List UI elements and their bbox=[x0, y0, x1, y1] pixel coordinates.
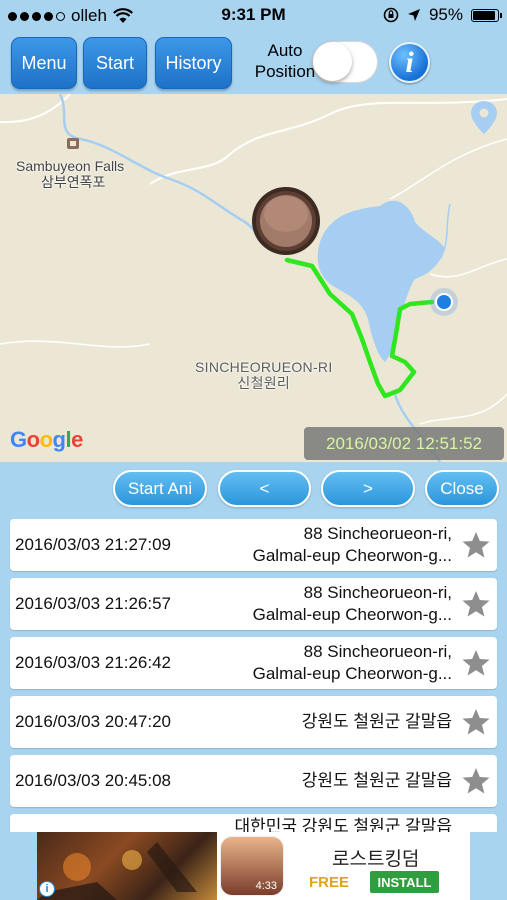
star-icon[interactable] bbox=[461, 648, 491, 678]
next-button[interactable]: > bbox=[321, 470, 415, 507]
item-date: 2016/03/03 21:26:42 bbox=[15, 653, 171, 672]
item-address: 대한민국 강원도 철원군 갈말읍 bbox=[152, 814, 453, 832]
ad-banner[interactable]: 4:33 로스트킹덤 FREE INSTALL i bbox=[0, 832, 507, 900]
item-date: 2016/03/03 20:45:08 bbox=[15, 771, 171, 790]
map-canvas bbox=[0, 94, 507, 462]
item-address: 88 Sincheorueon-ri, Galmal-eup Cheorwon-… bbox=[202, 519, 452, 571]
falls-label-ko: 삼부연폭포 bbox=[41, 174, 106, 190]
falls-label-en: Sambuyeon Falls bbox=[16, 158, 125, 174]
status-right: 95% bbox=[383, 5, 502, 25]
region-label-en: SINCHEORUEON-RI bbox=[195, 359, 333, 375]
toggle-knob bbox=[313, 42, 352, 81]
menu-button[interactable]: Menu bbox=[11, 37, 77, 89]
history-button[interactable]: History bbox=[155, 37, 232, 89]
ad-free-label: FREE bbox=[309, 874, 350, 891]
item-address: 강원도 철원군 갈말읍 bbox=[202, 755, 452, 807]
item-address-line2: Galmal-eup Cheorwon-g... bbox=[252, 546, 452, 565]
ad-artwork bbox=[37, 832, 217, 900]
close-button[interactable]: Close bbox=[425, 470, 499, 507]
info-button[interactable]: i bbox=[389, 42, 430, 83]
start-button[interactable]: Start bbox=[83, 37, 147, 89]
item-address-line1: 88 Sincheorueon-ri, bbox=[303, 583, 452, 602]
start-marker-icon bbox=[252, 187, 320, 255]
auto-position-line1: Auto bbox=[267, 41, 303, 60]
item-date: 2016/03/03 20:47:20 bbox=[15, 712, 171, 731]
google-logo: Google bbox=[10, 427, 83, 452]
star-icon[interactable] bbox=[461, 530, 491, 560]
battery-icon bbox=[471, 8, 502, 22]
item-date: 2016/03/03 21:26:57 bbox=[15, 594, 171, 613]
ad-app-icon-time: 4:33 bbox=[255, 880, 277, 892]
region-label: SINCHEORUEON-RI 신철원리 bbox=[195, 359, 333, 391]
current-location-icon bbox=[430, 288, 458, 316]
star-icon[interactable] bbox=[461, 707, 491, 737]
item-address-line2: Galmal-eup Cheorwon-g... bbox=[252, 664, 452, 683]
list-item[interactable]: 2016/03/03 21:27:09 88 Sincheorueon-ri, … bbox=[10, 519, 497, 571]
item-address: 강원도 철원군 갈말읍 bbox=[202, 696, 452, 748]
history-list[interactable]: 2016/03/03 21:27:09 88 Sincheorueon-ri, … bbox=[0, 514, 507, 832]
item-address-line1: 88 Sincheorueon-ri, bbox=[303, 642, 452, 661]
item-address-line1: 강원도 철원군 갈말읍 bbox=[301, 771, 452, 790]
item-address: 88 Sincheorueon-ri, Galmal-eup Cheorwon-… bbox=[202, 578, 452, 630]
falls-label: Sambuyeon Falls 삼부연폭포 bbox=[16, 158, 124, 190]
auto-position-line2: Position bbox=[254, 62, 316, 81]
start-ani-button[interactable]: Start Ani bbox=[113, 470, 207, 507]
item-address: 88 Sincheorueon-ri, Galmal-eup Cheorwon-… bbox=[202, 637, 452, 689]
item-address-line1: 대한민국 강원도 철원군 갈말읍 bbox=[234, 817, 453, 832]
ad-app-icon: 4:33 bbox=[220, 836, 284, 896]
location-arrow-icon bbox=[407, 9, 420, 21]
star-icon[interactable] bbox=[461, 589, 491, 619]
playback-bar: Start Ani < > Close bbox=[0, 462, 507, 514]
map-timestamp: 2016/03/02 12:51:52 bbox=[304, 427, 504, 460]
ad-content[interactable]: 4:33 로스트킹덤 FREE INSTALL bbox=[37, 832, 470, 900]
item-address-line2: Galmal-eup Cheorwon-g... bbox=[252, 605, 452, 624]
falls-pin-icon bbox=[67, 138, 79, 149]
list-item[interactable]: 2016/03/03 20:47:20 강원도 철원군 갈말읍 bbox=[10, 696, 497, 748]
ad-title: 로스트킹덤 bbox=[332, 849, 420, 870]
auto-position-label: Auto Position bbox=[250, 40, 320, 82]
battery-percent: 95% bbox=[428, 5, 463, 24]
list-item[interactable]: 2016/03/03 21:26:57 88 Sincheorueon-ri, … bbox=[10, 578, 497, 630]
previous-button[interactable]: < bbox=[218, 470, 311, 507]
auto-position-toggle[interactable] bbox=[312, 41, 378, 83]
map-pin-icon bbox=[471, 101, 497, 134]
item-date: 2016/03/03 21:27:09 bbox=[15, 535, 171, 554]
item-address-line1: 강원도 철원군 갈말읍 bbox=[301, 712, 452, 731]
list-item[interactable]: 2016/03/03 20:45:08 강원도 철원군 갈말읍 bbox=[10, 755, 497, 807]
rotation-lock-icon bbox=[383, 7, 399, 23]
item-address-line1: 88 Sincheorueon-ri, bbox=[303, 524, 452, 543]
toolbar: Menu Start History Auto Position i bbox=[0, 32, 507, 94]
list-item[interactable]: 2016/03/03 21:26:42 88 Sincheorueon-ri, … bbox=[10, 637, 497, 689]
status-bar: olleh 9:31 PM 95% bbox=[0, 0, 507, 32]
star-icon[interactable] bbox=[461, 766, 491, 796]
list-item[interactable]: 대한민국 강원도 철원군 갈말읍 bbox=[10, 814, 497, 832]
region-label-ko: 신철원리 bbox=[237, 375, 291, 391]
ad-install-button[interactable]: INSTALL bbox=[370, 871, 439, 893]
map-view[interactable]: Sambuyeon Falls 삼부연폭포 SINCHEORUEON-RI 신철… bbox=[0, 94, 507, 462]
ad-info-icon[interactable]: i bbox=[39, 881, 55, 897]
